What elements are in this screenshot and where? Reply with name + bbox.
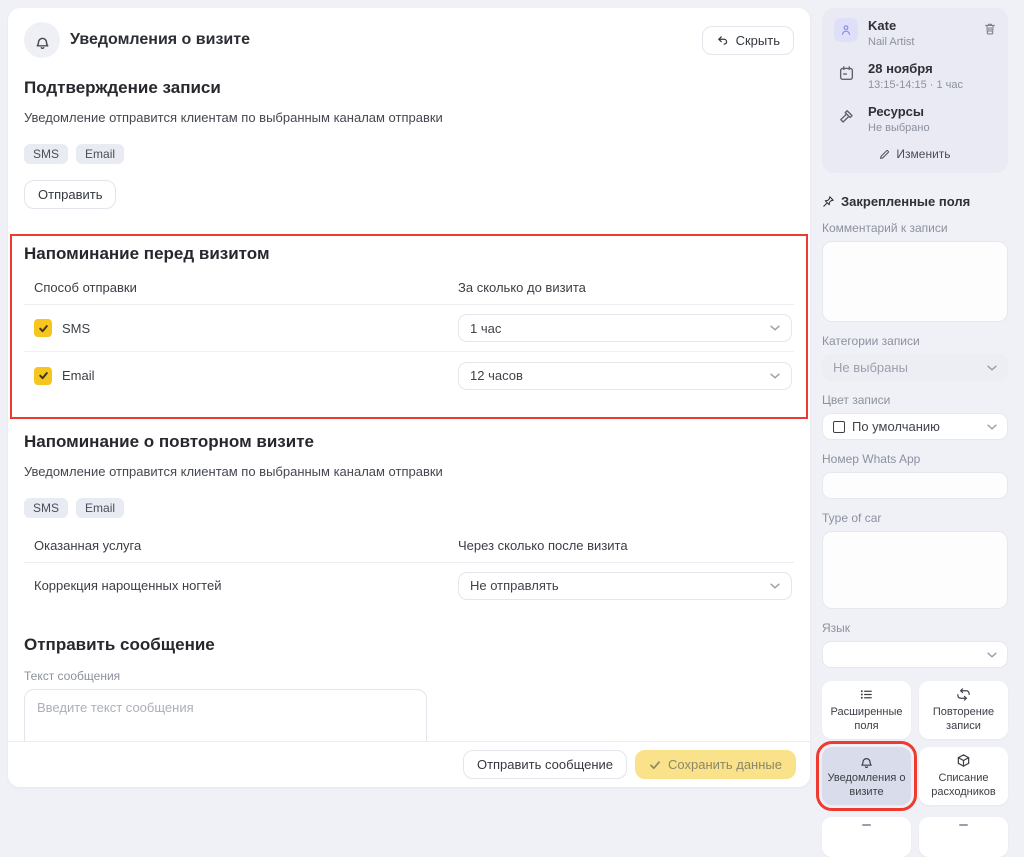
appointment-time: 13:15-14:15 · 1 час: [868, 79, 963, 91]
save-data-button[interactable]: Сохранить данные: [635, 750, 796, 779]
table-row: SMS 1 час: [24, 305, 794, 352]
tile-partial[interactable]: [919, 817, 1008, 857]
page-title: Уведомления о визите: [70, 31, 250, 49]
partial-icon: [862, 824, 871, 826]
language-label: Язык: [822, 621, 1008, 635]
appointment-card: Kate Nail Artist 28 ноября 13:15-14:15 ·…: [822, 8, 1008, 173]
before-time-select-email[interactable]: 12 часов: [458, 362, 792, 390]
reminder-repeat-heading: Напоминание о повторном визите: [24, 432, 794, 452]
channel-tag-email: Email: [76, 498, 124, 518]
hammer-icon: [834, 104, 858, 128]
repeat-icon: [956, 687, 971, 702]
color-select[interactable]: По умолчанию: [822, 413, 1008, 440]
confirmation-description: Уведомление отправится клиентам по выбра…: [24, 110, 794, 125]
chevron-down-icon: [770, 373, 780, 379]
tile-partial[interactable]: [822, 817, 911, 857]
tile-visit-notifications[interactable]: Уведомления о визите: [822, 747, 911, 805]
row-channel-label: Email: [62, 368, 95, 383]
channel-tag-sms: SMS: [24, 498, 68, 518]
pinned-fields-heading: Закрепленные поля: [822, 194, 1008, 209]
hide-button[interactable]: Скрыть: [702, 26, 794, 55]
whatsapp-label: Номер Whats App: [822, 452, 1008, 466]
before-time-select-sms[interactable]: 1 час: [458, 314, 792, 342]
bell-icon: [859, 753, 874, 768]
panel-footer: Отправить сообщение Сохранить данные: [8, 741, 810, 787]
categories-select[interactable]: Не выбраны: [822, 354, 1008, 381]
send-confirmation-button[interactable]: Отправить: [24, 180, 116, 209]
car-input[interactable]: [822, 531, 1008, 609]
confirmation-heading: Подтверждение записи: [24, 78, 794, 98]
reminder-before-heading: Напоминание перед визитом: [24, 244, 794, 264]
appointment-date: 28 ноября: [868, 61, 963, 76]
repeat-table-header: Оказанная услуга Через сколько после виз…: [24, 538, 794, 563]
reminder-table-header: Способ отправки За сколько до визита: [24, 280, 794, 305]
master-name: Kate: [868, 18, 914, 33]
tile-repeat-record[interactable]: Повторение записи: [919, 681, 1008, 739]
column-channel: Способ отправки: [34, 280, 458, 295]
cube-icon: [956, 753, 971, 768]
check-icon: [649, 759, 661, 771]
calendar-icon: [834, 61, 858, 85]
column-before-time: За сколько до визита: [458, 280, 794, 295]
row-channel-label: SMS: [62, 321, 90, 336]
resources-value: Не выбрано: [868, 122, 930, 134]
tile-extended-fields[interactable]: Расширенные поля: [822, 681, 911, 739]
message-text-label: Текст сообщения: [24, 669, 794, 683]
reminder-repeat-description: Уведомление отправится клиентам по выбра…: [24, 464, 794, 479]
after-time-select[interactable]: Не отправлять: [458, 572, 792, 600]
column-after-time: Через сколько после визита: [458, 538, 794, 553]
comment-label: Комментарий к записи: [822, 221, 1008, 235]
table-row: Email 12 часов: [24, 352, 794, 399]
repeat-channels: SMS Email: [24, 498, 794, 518]
undo-arrow-icon: [716, 34, 729, 47]
send-message-button[interactable]: Отправить сообщение: [463, 750, 627, 779]
chevron-down-icon: [770, 583, 780, 589]
bell-icon: [24, 22, 60, 58]
person-icon: [834, 18, 858, 42]
master-row: Kate Nail Artist: [834, 18, 996, 48]
panel-header: Уведомления о визите Скрыть: [24, 22, 794, 58]
table-row: Коррекция нарощенных ногтей Не отправлят…: [24, 563, 794, 608]
resources-label: Ресурсы: [868, 104, 930, 119]
email-checkbox[interactable]: [34, 367, 52, 385]
color-swatch-icon: [833, 421, 845, 433]
date-row: 28 ноября 13:15-14:15 · 1 час: [834, 61, 996, 91]
sidebar-tiles-cut: [822, 817, 1008, 857]
service-name: Коррекция нарощенных ногтей: [34, 578, 458, 593]
whatsapp-input[interactable]: [822, 472, 1008, 499]
pin-icon: [822, 195, 835, 208]
partial-icon: [959, 824, 968, 826]
list-icon: [859, 687, 874, 702]
chevron-down-icon: [987, 652, 997, 658]
channel-tag-sms: SMS: [24, 144, 68, 164]
car-label: Type of car: [822, 511, 1008, 525]
confirmation-channels: SMS Email: [24, 144, 794, 164]
sidebar: Kate Nail Artist 28 ноября 13:15-14:15 ·…: [822, 8, 1008, 857]
resources-row: Ресурсы Не выбрано: [834, 104, 996, 134]
pencil-icon: [879, 149, 890, 160]
notifications-panel: Уведомления о визите Скрыть Подтверждени…: [8, 8, 810, 787]
color-label: Цвет записи: [822, 393, 1008, 407]
tile-consumables-writeoff[interactable]: Списание расходников: [919, 747, 1008, 805]
channel-tag-email: Email: [76, 144, 124, 164]
sidebar-tiles: Расширенные поля Повторение записи Уведо…: [822, 681, 1008, 805]
delete-appointment-button[interactable]: [983, 21, 997, 36]
edit-appointment-link[interactable]: Изменить: [834, 147, 996, 161]
send-message-heading: Отправить сообщение: [24, 635, 794, 655]
reminder-before-section: Напоминание перед визитом Способ отправк…: [10, 234, 808, 419]
chevron-down-icon: [987, 365, 997, 371]
master-role: Nail Artist: [868, 36, 914, 48]
chevron-down-icon: [770, 325, 780, 331]
column-service: Оказанная услуга: [34, 538, 458, 553]
sms-checkbox[interactable]: [34, 319, 52, 337]
comment-input[interactable]: [822, 241, 1008, 322]
language-select[interactable]: [822, 641, 1008, 668]
categories-label: Категории записи: [822, 334, 1008, 348]
chevron-down-icon: [987, 424, 997, 430]
